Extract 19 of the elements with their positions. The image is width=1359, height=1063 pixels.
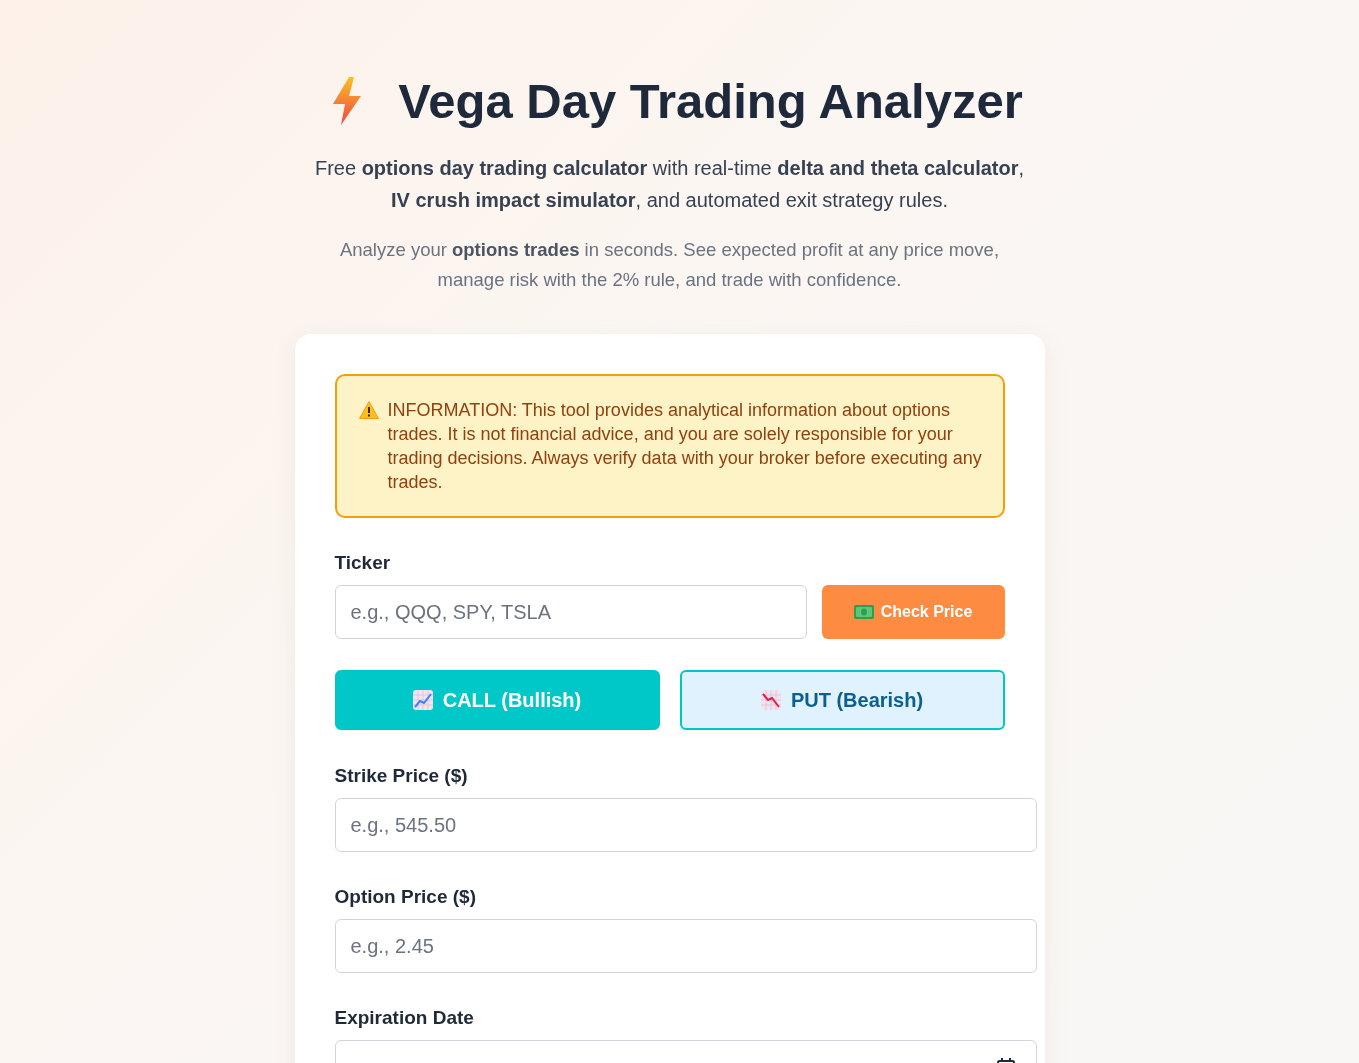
chart-down-icon [760, 690, 781, 710]
option-type-button[interactable]: PUT (Bearish) [679, 670, 1005, 730]
page-title: Vega Day Trading Analyzer [398, 73, 1023, 130]
intro-text: Free options day trading calculator with real-time delta and theta calculator, IV crush impact simulator, and automated exit strategy rules. [313, 156, 1026, 213]
field-label: Strike Price ($) [334, 765, 468, 787]
text-input-field[interactable]: e.g., 2.45 [334, 919, 1037, 973]
ticker-input-field[interactable]: e.g., QQQ, SPY, TSLA [334, 585, 807, 639]
check-price-button[interactable]: Check Price [821, 585, 1005, 639]
lightning-bolt-icon [332, 77, 363, 125]
field-label: Expiration Date [334, 1007, 474, 1029]
banknote-icon [853, 605, 874, 619]
tagline-text: Analyze your options trades in seconds. See expected profit at any price move, manage risk with the 2% rule, and trade with confidence. [338, 238, 1001, 292]
warning-icon [358, 401, 379, 419]
field-label: Option Price ($) [334, 886, 476, 908]
option-type-button[interactable]: CALL (Bullish) [334, 670, 660, 730]
field-label: Ticker [334, 552, 391, 574]
chart-up-icon [412, 690, 433, 710]
notice-text: INFORMATION: This tool provides analytical information about options trades. It is not financial advice, and you are solely responsible for your trading decisions. Always verify data with your broker before executing any trades. [387, 399, 983, 494]
text-input-field[interactable]: e.g., 545.50 [334, 798, 1037, 852]
